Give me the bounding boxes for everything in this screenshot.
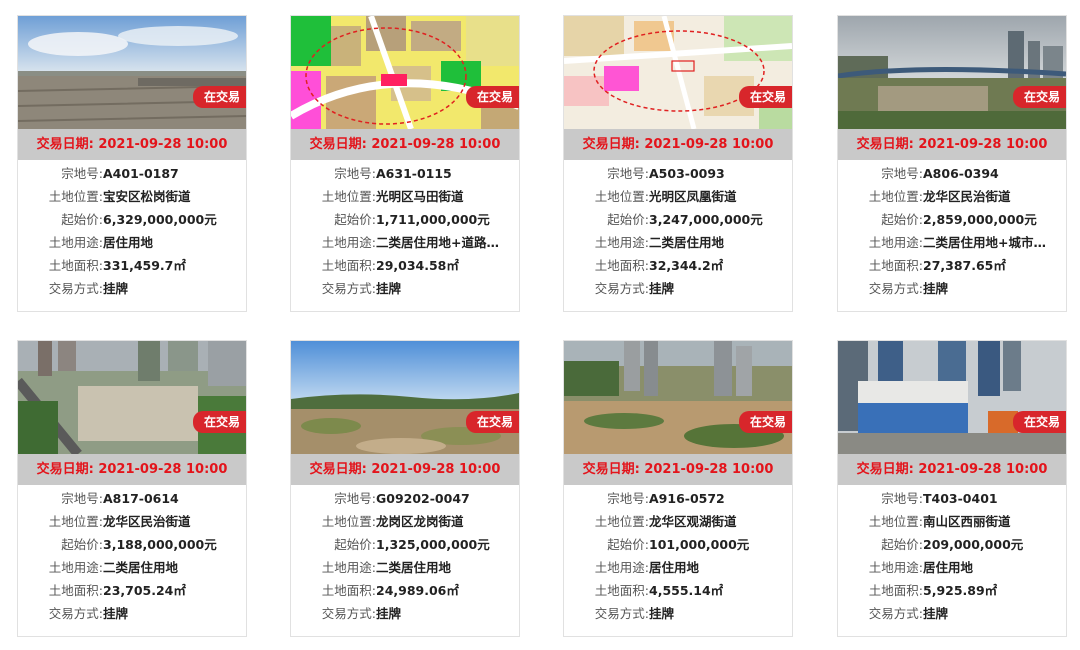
field-location: 土地位置:龙华区民治街道 [48,514,191,529]
land-card[interactable]: 在交易 交易日期: 2021-09-28 10:00 宗地号:A401-0187… [17,15,247,312]
field-start-price: 起始价:3,247,000,000元 [607,212,763,227]
field-usage: 土地用途:居住用地 [48,235,154,250]
land-card[interactable]: 在交易 交易日期: 2021-09-28 10:00 宗地号:G09202-00… [290,340,520,637]
field-location: 土地位置:龙华区民治街道 [868,189,1011,204]
status-badge: 在交易 [465,86,519,108]
hillside-lot-photo[interactable]: 在交易 [564,341,792,454]
trade-date: 交易日期: 2021-09-28 10:00 [838,129,1066,160]
field-location: 土地位置:龙岗区龙岗街道 [321,514,464,529]
trade-date: 交易日期: 2021-09-28 10:00 [18,454,246,485]
trade-date: 交易日期: 2021-09-28 10:00 [838,454,1066,485]
field-start-price: 起始价:1,711,000,000元 [334,212,490,227]
status-badge: 在交易 [465,411,519,433]
trade-date: 交易日期: 2021-09-28 10:00 [291,129,519,160]
trade-date: 交易日期: 2021-09-28 10:00 [564,454,792,485]
field-usage: 土地用途:二类居住用地+道路… [321,235,499,250]
status-badge: 在交易 [192,411,246,433]
field-parcel: 宗地号:A916-0572 [607,491,725,506]
field-start-price: 起始价:2,859,000,000元 [881,212,1037,227]
field-location: 土地位置:南山区西丽街道 [868,514,1011,529]
field-usage: 土地用途:居住用地 [868,560,974,575]
field-method: 交易方式:挂牌 [868,606,949,621]
field-start-price: 起始价:101,000,000元 [607,537,750,552]
land-card[interactable]: 在交易 交易日期: 2021-09-28 10:00 宗地号:A817-0614… [17,340,247,637]
field-start-price: 起始价:209,000,000元 [881,537,1024,552]
field-area: 土地面积:23,705.24㎡ [48,583,186,598]
land-card[interactable]: 在交易 交易日期: 2021-09-28 10:00 宗地号:A806-0394… [837,15,1067,312]
field-usage: 土地用途:二类居住用地+城市… [868,235,1046,250]
status-badge: 在交易 [738,411,792,433]
field-method: 交易方式:挂牌 [868,281,949,296]
field-parcel: 宗地号:A631-0115 [334,166,452,181]
field-parcel: 宗地号:T403-0401 [881,491,998,506]
vacant-land-photo[interactable]: 在交易 [291,341,519,454]
field-area: 土地面积:29,034.58㎡ [321,258,459,273]
field-parcel: 宗地号:A401-0187 [61,166,179,181]
field-parcel: 宗地号:G09202-0047 [334,491,470,506]
field-start-price: 起始价:6,329,000,000元 [61,212,217,227]
site-office-photo[interactable]: 在交易 [838,341,1066,454]
field-area: 土地面积:27,387.65㎡ [868,258,1006,273]
status-badge: 在交易 [1012,86,1066,108]
field-start-price: 起始价:1,325,000,000元 [334,537,490,552]
zoning-map[interactable]: 在交易 [291,16,519,129]
field-usage: 土地用途:二类居住用地 [321,560,452,575]
field-usage: 土地用途:二类居住用地 [48,560,179,575]
field-usage: 土地用途:居住用地 [594,560,700,575]
field-parcel: 宗地号:A817-0614 [61,491,179,506]
field-method: 交易方式:挂牌 [48,281,129,296]
field-parcel: 宗地号:A503-0093 [607,166,725,181]
field-start-price: 起始价:3,188,000,000元 [61,537,217,552]
field-method: 交易方式:挂牌 [594,281,675,296]
field-location: 土地位置:光明区凤凰街道 [594,189,737,204]
aerial-parking-lot-photo[interactable]: 在交易 [18,16,246,129]
field-area: 土地面积:331,459.7㎡ [48,258,186,273]
zoning-map-light[interactable]: 在交易 [564,16,792,129]
field-usage: 土地用途:二类居住用地 [594,235,725,250]
field-location: 土地位置:宝安区松岗街道 [48,189,191,204]
field-method: 交易方式:挂牌 [594,606,675,621]
land-card[interactable]: 在交易 交易日期: 2021-09-28 10:00 宗地号:A916-0572… [563,340,793,637]
field-method: 交易方式:挂牌 [321,606,402,621]
land-card[interactable]: 在交易 交易日期: 2021-09-28 10:00 宗地号:A503-0093… [563,15,793,312]
status-badge: 在交易 [192,86,246,108]
construction-site-photo[interactable]: 在交易 [838,16,1066,129]
status-badge: 在交易 [1012,411,1066,433]
field-area: 土地面积:32,344.2㎡ [594,258,724,273]
field-method: 交易方式:挂牌 [48,606,129,621]
land-card[interactable]: 在交易 交易日期: 2021-09-28 10:00 宗地号:T403-0401… [837,340,1067,637]
field-parcel: 宗地号:A806-0394 [881,166,999,181]
field-area: 土地面积:24,989.06㎡ [321,583,459,598]
status-badge: 在交易 [738,86,792,108]
field-method: 交易方式:挂牌 [321,281,402,296]
trade-date: 交易日期: 2021-09-28 10:00 [18,129,246,160]
field-area: 土地面积:5,925.89㎡ [868,583,998,598]
field-location: 土地位置:龙华区观湖街道 [594,514,737,529]
field-area: 土地面积:4,555.14㎡ [594,583,724,598]
field-location: 土地位置:光明区马田街道 [321,189,464,204]
trade-date: 交易日期: 2021-09-28 10:00 [291,454,519,485]
trade-date: 交易日期: 2021-09-28 10:00 [564,129,792,160]
aerial-city-lot-photo[interactable]: 在交易 [18,341,246,454]
land-card[interactable]: 在交易 交易日期: 2021-09-28 10:00 宗地号:A631-0115… [290,15,520,312]
